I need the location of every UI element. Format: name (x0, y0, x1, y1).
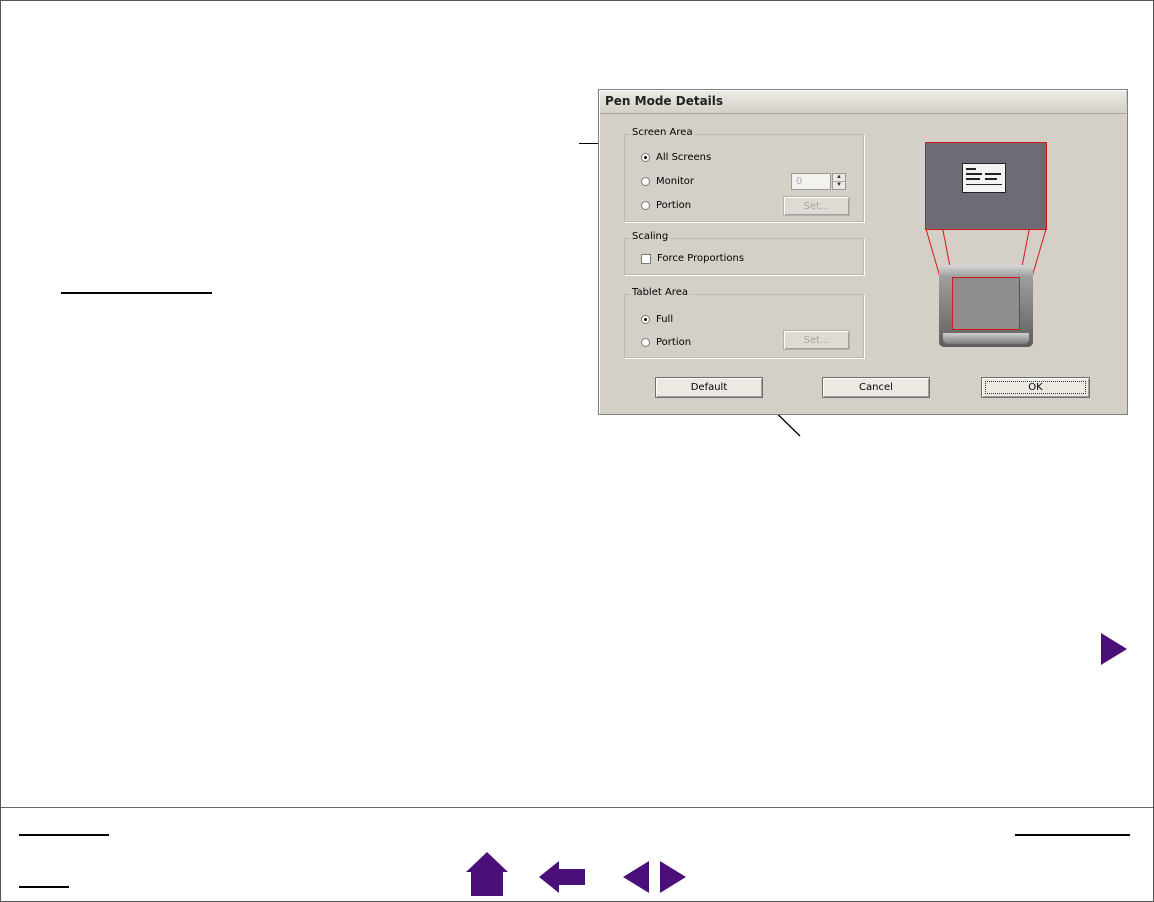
triangle-left-icon[interactable] (621, 859, 651, 895)
arrow-left-icon[interactable] (537, 859, 587, 895)
mapping-line-left-outer (925, 228, 941, 278)
triangle-right-icon[interactable] (658, 859, 688, 895)
tablet-active-area (952, 277, 1020, 330)
home-icon[interactable] (464, 850, 510, 898)
mapping-lines-svg (925, 141, 1047, 278)
default-button[interactable]: Default (655, 377, 763, 398)
triangle-right-icon[interactable] (1099, 631, 1129, 667)
cancel-button[interactable]: Cancel (822, 377, 930, 398)
screen-preview (925, 142, 1047, 230)
screen-preview-window (962, 163, 1006, 193)
tablet-preview (939, 265, 1033, 347)
ok-button[interactable]: OK (981, 377, 1090, 398)
mapping-line-right-outer (1031, 228, 1047, 278)
pen-mode-details-dialog: Pen Mode Details Screen Area All Screens… (598, 89, 1128, 415)
footer-divider (1, 807, 1153, 808)
